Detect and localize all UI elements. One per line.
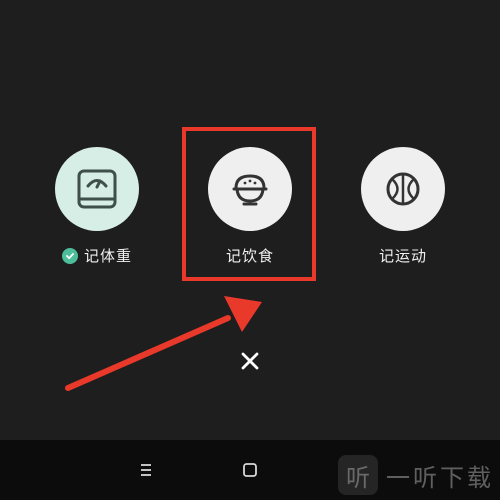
- record-weight-label-row: 记体重: [61, 245, 132, 266]
- home-square-icon: [243, 463, 257, 477]
- record-exercise-button[interactable]: [361, 147, 445, 231]
- watermark-badge: 听: [338, 455, 378, 495]
- menu-button[interactable]: [138, 462, 154, 478]
- record-exercise-label-row: 记运动: [379, 245, 427, 266]
- record-weight-button[interactable]: [55, 147, 139, 231]
- home-button[interactable]: [242, 462, 258, 478]
- check-icon: [61, 247, 78, 264]
- annotation-highlight-box: [182, 127, 316, 281]
- close-icon: [241, 352, 259, 370]
- watermark: 听 一听下载: [338, 453, 494, 497]
- menu-icon: [141, 464, 151, 476]
- record-weight-label: 记体重: [83, 247, 132, 265]
- record-exercise-label: 记运动: [378, 247, 427, 265]
- record-weight-action[interactable]: 记体重: [52, 147, 142, 266]
- basketball-icon: [386, 172, 420, 206]
- scale-icon: [77, 169, 117, 209]
- watermark-text: 一听下载: [386, 463, 494, 492]
- close-button[interactable]: [236, 347, 264, 375]
- screen: 记体重 记饮食 记运动 听 一听下载: [0, 0, 500, 500]
- record-exercise-action[interactable]: 记运动: [358, 147, 448, 266]
